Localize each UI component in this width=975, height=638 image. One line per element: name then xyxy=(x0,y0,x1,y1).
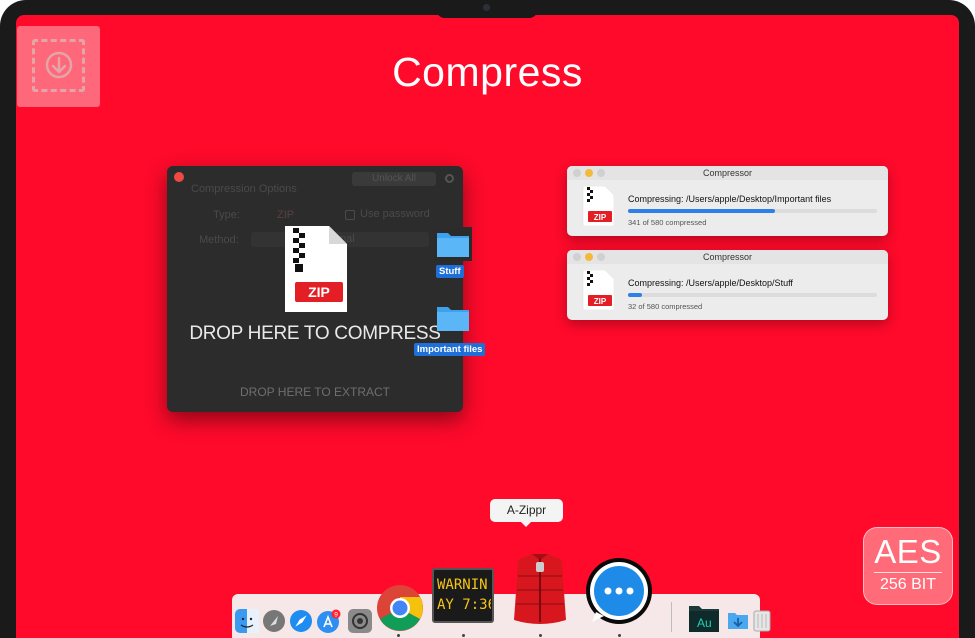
window-title: Compressor xyxy=(702,168,752,178)
dragged-folder-important-files[interactable]: Important files xyxy=(414,301,486,356)
use-password-checkbox[interactable] xyxy=(345,210,355,220)
messenger-app-icon[interactable] xyxy=(584,556,654,626)
chrome-icon[interactable] xyxy=(376,584,424,632)
app-store-icon[interactable]: 9 xyxy=(316,609,342,635)
compressor-window-1[interactable]: Compressor ZIP Compressing: /Users/apple… xyxy=(567,166,888,236)
zip-badge-text: ZIP xyxy=(594,213,607,222)
launchpad-icon[interactable] xyxy=(262,609,286,633)
a-zippr-app-icon[interactable] xyxy=(508,550,572,628)
running-indicator xyxy=(462,634,465,637)
zip-badge-text: ZIP xyxy=(308,284,330,300)
safari-icon[interactable] xyxy=(289,609,313,633)
downloads-folder-icon[interactable] xyxy=(726,609,750,633)
method-label: Method: xyxy=(199,234,239,246)
app-store-badge: 9 xyxy=(334,612,338,619)
type-label: Type: xyxy=(213,209,240,221)
folder-icon xyxy=(434,227,472,261)
trash-icon[interactable] xyxy=(752,607,772,633)
progress-count: 341 of 580 compressed xyxy=(628,218,707,227)
unlock-all-button[interactable]: Unlock All xyxy=(352,172,436,186)
drop-to-extract-zone[interactable]: DROP HERE TO EXTRACT xyxy=(167,385,463,399)
dock-separator xyxy=(671,602,672,632)
zip-badge-text: ZIP xyxy=(594,297,607,306)
aes-label: AES xyxy=(874,533,942,570)
close-button[interactable] xyxy=(174,172,184,182)
compressor-window-2[interactable]: Compressor ZIP Compressing: /Users/apple… xyxy=(567,250,888,320)
aes-bits-label: 256 BIT xyxy=(879,576,937,593)
page-title: Compress xyxy=(392,49,583,95)
laptop-bezel: Compress Compression Options Unlock All … xyxy=(0,0,975,638)
aes-divider xyxy=(874,572,942,573)
zip-document-icon: ZIP xyxy=(285,226,347,312)
running-indicator xyxy=(397,634,400,637)
use-password-label: Use password xyxy=(360,208,430,220)
warning-line-1: WARNIN xyxy=(437,577,488,593)
dock: 9 WARNIN AY 7:36 Au xyxy=(232,554,771,638)
compression-options-heading: Compression Options xyxy=(191,183,297,195)
type-value[interactable]: ZIP xyxy=(277,209,294,221)
finder-icon[interactable] xyxy=(235,609,259,633)
folder-label: Important files xyxy=(414,343,486,356)
dragged-folder-stuff[interactable]: Stuff xyxy=(434,227,472,278)
audition-icon[interactable]: Au xyxy=(687,602,721,634)
warning-line-2: AY 7:36 xyxy=(437,597,491,613)
aes-256-badge: AES 256 BIT xyxy=(863,527,953,605)
status-text: Compressing: /Users/apple/Desktop/Import… xyxy=(628,194,832,204)
desktop-screen: Compress Compression Options Unlock All … xyxy=(16,15,959,638)
camera-icon xyxy=(483,4,490,11)
zip-document-icon: ZIP xyxy=(582,186,614,226)
progress-fill xyxy=(628,209,775,213)
system-preferences-icon[interactable] xyxy=(348,609,372,633)
folder-icon xyxy=(437,307,469,331)
camera-notch xyxy=(436,0,538,18)
warning-text: WARNIN AY 7:36 xyxy=(437,575,491,615)
progress-bar xyxy=(628,293,877,297)
progress-bar xyxy=(628,209,877,213)
progress-fill xyxy=(628,293,642,297)
window-title: Compressor xyxy=(702,252,752,262)
au-label: Au xyxy=(697,616,712,630)
console-app-icon[interactable]: WARNIN AY 7:36 xyxy=(432,568,494,623)
folder-label: Stuff xyxy=(436,265,464,278)
progress-count: 32 of 580 compressed xyxy=(628,302,703,311)
running-indicator xyxy=(618,634,621,637)
running-indicator xyxy=(539,634,542,637)
status-text: Compressing: /Users/apple/Desktop/Stuff xyxy=(628,278,793,288)
compress-drop-window[interactable]: Compression Options Unlock All Type: ZIP… xyxy=(167,166,463,412)
drop-to-compress-zone[interactable]: DROP HERE TO COMPRESS xyxy=(167,323,463,345)
zip-document-icon: ZIP xyxy=(582,270,614,310)
gear-icon[interactable] xyxy=(444,173,455,184)
dock-tooltip: A-Zippr xyxy=(490,499,563,527)
